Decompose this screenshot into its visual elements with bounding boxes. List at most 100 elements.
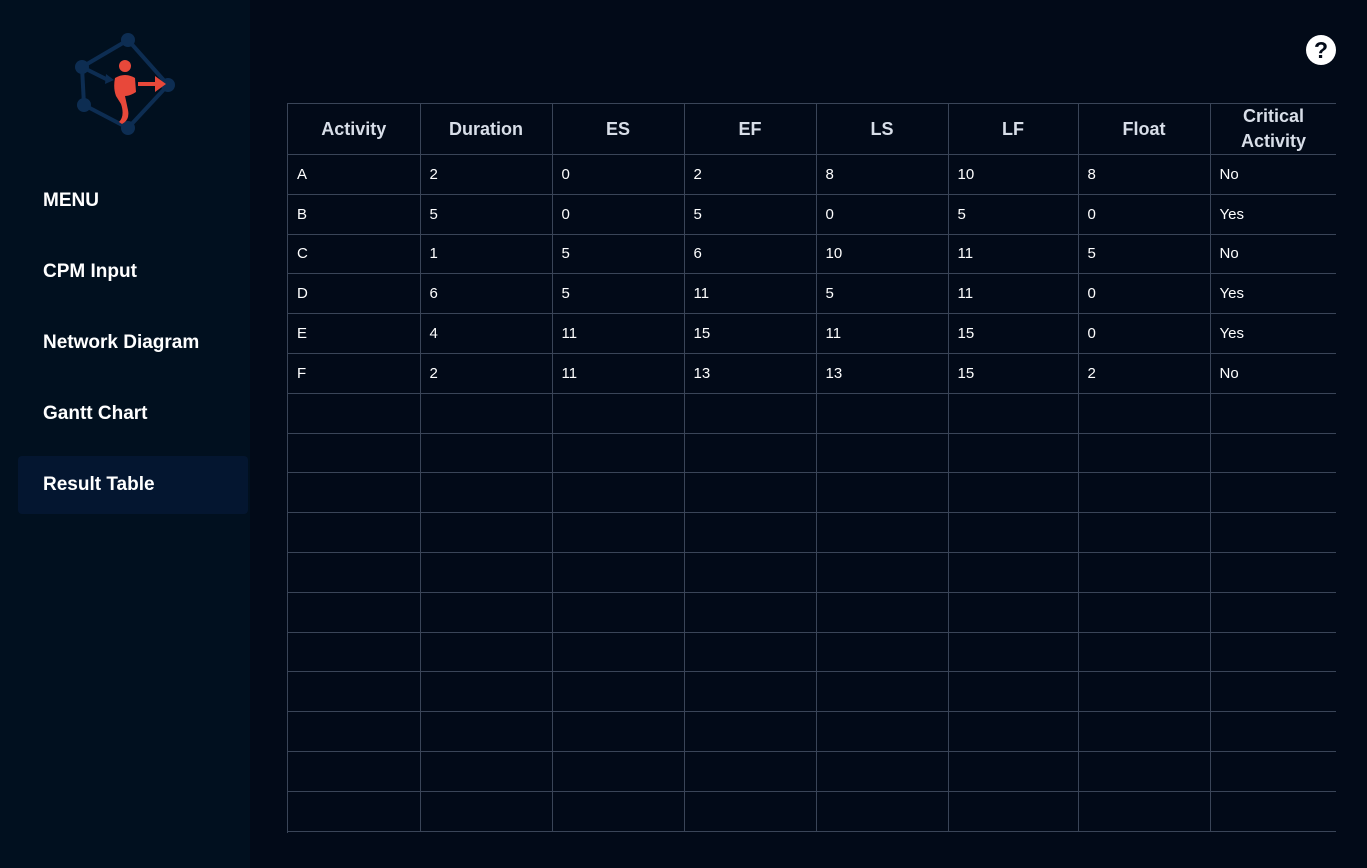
empty-table-cell: [1078, 750, 1211, 792]
empty-table-cell: [1210, 750, 1336, 792]
table-cell: 15: [948, 313, 1079, 354]
column-header-float[interactable]: Float: [1078, 103, 1211, 155]
column-header-critical-activity[interactable]: Critical Activity: [1210, 103, 1336, 155]
column-header-duration[interactable]: Duration: [420, 103, 553, 155]
table-cell: D: [288, 273, 421, 315]
table-row[interactable]: C 1 5 6 10 11 5 No: [288, 233, 1336, 275]
empty-table-cell: [1078, 512, 1211, 553]
table-cell: 8: [1078, 154, 1211, 195]
empty-table-cell: [816, 591, 949, 633]
empty-table-cell: [816, 432, 949, 474]
empty-table-cell: [420, 472, 553, 514]
table-row[interactable]: E 4 11 15 11 15 0 Yes: [288, 313, 1336, 354]
table-cell: 10: [816, 233, 949, 275]
table-cell: 11: [684, 273, 817, 315]
empty-table-row: [288, 711, 1336, 752]
empty-table-cell: [288, 551, 421, 593]
column-header-activity[interactable]: Activity: [288, 103, 421, 155]
table-cell: 2: [420, 352, 553, 394]
table-row[interactable]: F 2 11 13 13 15 2 No: [288, 352, 1336, 394]
column-header-es[interactable]: ES: [552, 103, 685, 155]
empty-table-row: [288, 671, 1336, 713]
empty-table-cell: [816, 631, 949, 673]
empty-table-cell: [948, 750, 1079, 792]
menu-item-network-diagram[interactable]: Network Diagram: [18, 314, 248, 372]
table-cell: 11: [948, 273, 1079, 315]
empty-table-cell: [288, 790, 421, 832]
empty-table-cell: [420, 551, 553, 593]
empty-table-cell: [1210, 671, 1336, 713]
empty-table-cell: [816, 551, 949, 593]
table-cell: 5: [420, 193, 553, 235]
table-cell: C: [288, 233, 421, 275]
menu-item-cpm-input[interactable]: CPM Input: [18, 243, 248, 301]
empty-table-cell: [552, 472, 685, 514]
column-header-ls[interactable]: LS: [816, 103, 949, 155]
table-row[interactable]: B 5 0 5 0 5 0 Yes: [288, 193, 1336, 235]
empty-table-cell: [948, 512, 1079, 553]
empty-table-cell: [684, 790, 817, 832]
empty-table-cell: [1078, 472, 1211, 514]
empty-table-cell: [420, 711, 553, 752]
empty-table-cell: [1210, 711, 1336, 752]
empty-table-cell: [816, 392, 949, 434]
table-cell: 2: [684, 154, 817, 195]
table-cell: 4: [420, 313, 553, 354]
table-cell: 2: [1078, 352, 1211, 394]
empty-table-cell: [288, 392, 421, 434]
column-header-lf[interactable]: LF: [948, 103, 1079, 155]
empty-table-cell: [288, 591, 421, 633]
empty-table-cell: [948, 392, 1079, 434]
table-cell: 1: [420, 233, 553, 275]
empty-table-cell: [948, 711, 1079, 752]
empty-table-cell: [1078, 392, 1211, 434]
empty-table-cell: [948, 432, 1079, 474]
app-window: MENU CPM Input Network Diagram Gantt Cha…: [0, 0, 1367, 868]
empty-table-cell: [288, 750, 421, 792]
empty-table-cell: [948, 472, 1079, 514]
empty-table-cell: [552, 671, 685, 713]
empty-table-cell: [552, 591, 685, 633]
table-cell: No: [1210, 154, 1336, 195]
menu-header: MENU: [43, 190, 99, 211]
table-cell: Yes: [1210, 273, 1336, 315]
empty-table-cell: [948, 631, 1079, 673]
menu-item-gantt-chart[interactable]: Gantt Chart: [18, 385, 248, 443]
table-cell: A: [288, 154, 421, 195]
result-table: Activity Duration ES EF LS LF Float Crit…: [288, 103, 1336, 832]
empty-table-cell: [420, 790, 553, 832]
empty-table-cell: [552, 750, 685, 792]
table-row[interactable]: D 6 5 11 5 11 0 Yes: [288, 273, 1336, 315]
empty-table-cell: [684, 551, 817, 593]
table-header-row: Activity Duration ES EF LS LF Float Crit…: [288, 103, 1336, 155]
table-cell: 0: [1078, 193, 1211, 235]
empty-table-cell: [420, 591, 553, 633]
menu-item-result-table[interactable]: Result Table: [18, 456, 248, 514]
empty-table-row: [288, 551, 1336, 593]
table-cell: 0: [816, 193, 949, 235]
table-cell: 11: [816, 313, 949, 354]
empty-table-cell: [1210, 591, 1336, 633]
empty-table-cell: [684, 472, 817, 514]
empty-table-row: [288, 512, 1336, 553]
empty-table-cell: [420, 750, 553, 792]
table-cell: 2: [420, 154, 553, 195]
table-cell: 10: [948, 154, 1079, 195]
table-cell: 5: [552, 233, 685, 275]
table-cell: 0: [552, 154, 685, 195]
empty-table-cell: [816, 671, 949, 713]
table-cell: 5: [816, 273, 949, 315]
help-icon[interactable]: ?: [1306, 35, 1336, 65]
empty-table-cell: [816, 512, 949, 553]
table-cell: E: [288, 313, 421, 354]
empty-table-cell: [684, 671, 817, 713]
table-row[interactable]: A 2 0 2 8 10 8 No: [288, 154, 1336, 195]
empty-table-cell: [288, 512, 421, 553]
empty-table-cell: [1210, 392, 1336, 434]
sidebar: MENU CPM Input Network Diagram Gantt Cha…: [0, 0, 250, 868]
table-cell: 8: [816, 154, 949, 195]
empty-table-cell: [816, 472, 949, 514]
empty-table-cell: [420, 432, 553, 474]
column-header-ef[interactable]: EF: [684, 103, 817, 155]
empty-table-cell: [288, 631, 421, 673]
